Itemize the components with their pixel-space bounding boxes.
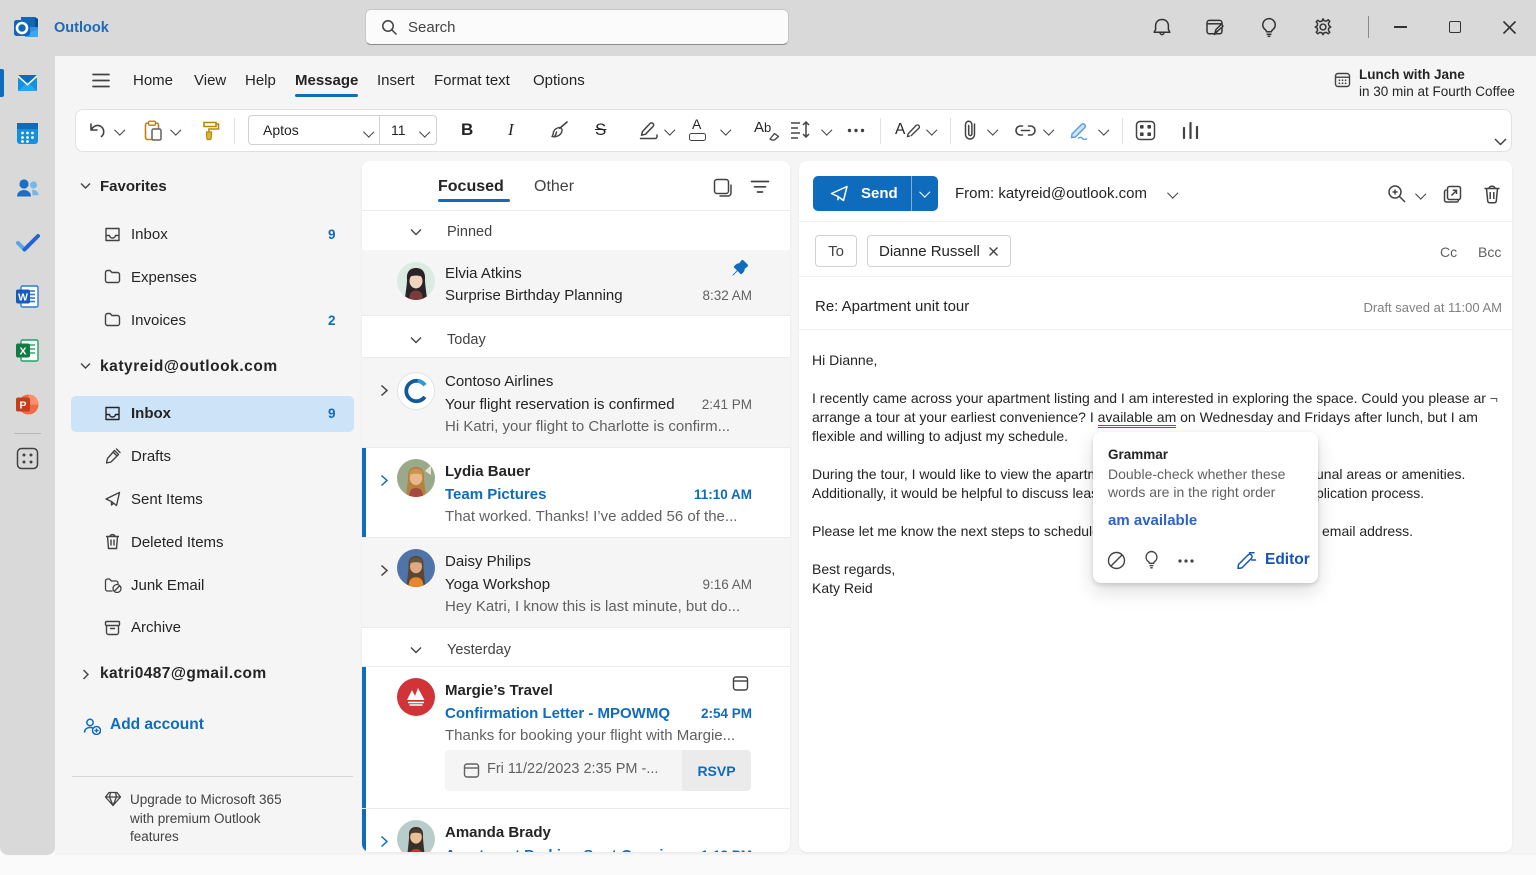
svg-text:W: W [18,292,28,304]
svg-text:P: P [19,400,26,412]
svg-text:X: X [19,346,26,358]
